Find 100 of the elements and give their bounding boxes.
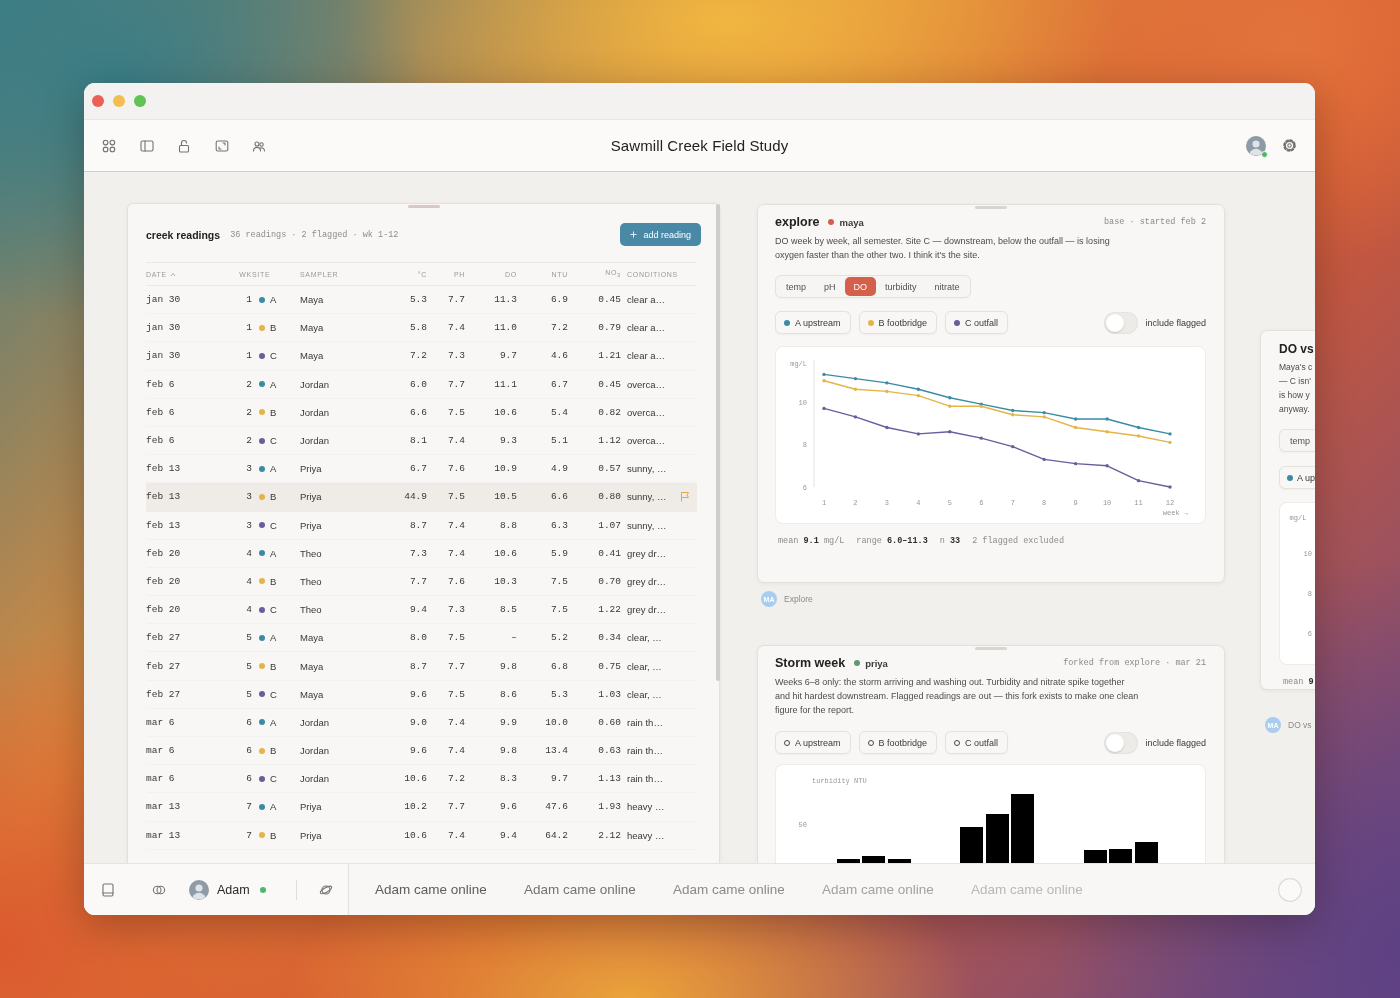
legend-chip[interactable]: A upstream xyxy=(775,311,851,334)
ph-value: 7.4 xyxy=(447,322,465,334)
nitrate-value: 1.13 xyxy=(598,773,621,785)
conditions-text: rain th… xyxy=(626,745,663,757)
temperature-value: 8.1 xyxy=(409,435,427,447)
table-row[interactable]: mar 13 7 A Priya 10.2 7.7 9.6 47.6 1.93 heavy … xyxy=(146,793,697,822)
week-number: 2 xyxy=(246,378,252,390)
table-row[interactable]: feb 20 4 C Theo 9.4 7.3 8.5 7.5 1.22 grey dr… xyxy=(146,596,697,625)
turbidity-value: 13.4 xyxy=(545,745,568,757)
notification-text: Adam came online xyxy=(524,882,637,897)
close-button[interactable] xyxy=(92,95,104,107)
turbidity-value: 6.8 xyxy=(550,660,568,672)
metric-tab[interactable]: pH xyxy=(815,277,845,296)
table-row[interactable]: feb 13 3 C Priya 8.7 7.4 8.8 6.3 1.07 sunny, … xyxy=(146,511,697,540)
sampler-name: Jordan xyxy=(300,716,330,728)
include-flagged-toggle[interactable] xyxy=(1104,311,1139,334)
table-row[interactable]: feb 20 4 A Theo 7.3 7.4 10.6 5.9 0.41 grey dr… xyxy=(146,539,697,568)
orbit-icon[interactable] xyxy=(318,882,333,897)
legend-chip[interactable]: C outfall xyxy=(945,311,1009,334)
site-letter: C xyxy=(270,350,277,362)
data-point xyxy=(1105,417,1109,421)
table-row[interactable]: jan 30 1 C Maya 7.2 7.3 9.7 4.6 1.21 clear a… xyxy=(146,342,697,371)
readings-summary: 36 readings · 2 flagged · wk 1-12 xyxy=(230,229,399,240)
users-icon[interactable] xyxy=(252,138,266,153)
data-point xyxy=(1042,457,1046,462)
user-name: Adam xyxy=(217,882,250,897)
metric-tab[interactable]: nitrate xyxy=(925,277,969,296)
metric-tab[interactable]: DO xyxy=(844,277,877,296)
table-row[interactable]: feb 27 5 B Maya 8.7 7.7 9.8 6.8 0.75 clear, … xyxy=(146,652,697,681)
sampler-name: Jordan xyxy=(300,378,330,390)
unlock-icon[interactable] xyxy=(177,138,191,153)
data-point xyxy=(1011,444,1015,449)
week-number: 5 xyxy=(246,688,252,700)
do-value: 11.1 xyxy=(494,378,517,390)
fullscreen-icon[interactable] xyxy=(214,138,229,153)
ph-value: 7.5 xyxy=(447,688,465,700)
date-text: mar 6 xyxy=(146,745,175,757)
sampler-name: Priya xyxy=(300,491,322,503)
temperature-value: 9.0 xyxy=(409,716,427,728)
do-value: 9.9 xyxy=(499,716,517,728)
minimize-button[interactable] xyxy=(113,95,125,107)
settings-icon[interactable] xyxy=(1282,138,1297,153)
nitrate-value: 0.60 xyxy=(598,716,621,728)
date-text: jan 30 xyxy=(146,350,181,362)
flag-icon[interactable] xyxy=(680,491,690,503)
do-value: 8.3 xyxy=(499,773,517,785)
book-icon[interactable] xyxy=(101,882,115,897)
metric-tab[interactable]: temp xyxy=(777,277,815,296)
data-point xyxy=(822,379,826,383)
chart-bar xyxy=(960,827,983,863)
table-row[interactable]: feb 27 5 A Maya 8.0 7.5 – 5.2 0.34 clear, … xyxy=(146,624,697,653)
metric-tab[interactable]: temp xyxy=(1281,431,1315,450)
table-row[interactable]: mar 6 6 B Jordan 9.6 7.4 9.8 13.4 0.63 rain th… xyxy=(146,737,697,766)
table-row[interactable]: mar 13 7 B Priya 10.6 7.4 9.4 64.2 2.12 heavy … xyxy=(146,821,697,850)
table-row[interactable]: jan 30 1 A Maya 5.3 7.7 11.3 6.9 0.45 clear a… xyxy=(146,286,697,315)
table-row[interactable]: feb 20 4 B Theo 7.7 7.6 10.3 7.5 0.70 grey dr… xyxy=(146,567,697,597)
turbidity-value: 9.7 xyxy=(550,773,568,785)
table-row[interactable]: mar 6 6 A Jordan 9.0 7.4 9.9 10.0 0.60 rain th… xyxy=(146,708,697,737)
turbidity-value: 5.3 xyxy=(550,688,568,700)
user-avatar[interactable] xyxy=(1246,135,1266,156)
data-point xyxy=(1136,434,1141,438)
conditions-text: sunny, … xyxy=(626,463,667,475)
site-letter: B xyxy=(270,491,277,503)
site-chip[interactable]: B footbridge xyxy=(858,731,938,754)
include-flagged-toggle[interactable] xyxy=(1104,731,1139,754)
site-letter: A xyxy=(270,547,277,559)
table-row[interactable]: feb 27 5 C Maya 9.6 7.5 8.6 5.3 1.03 clear, … xyxy=(146,680,697,709)
table-row[interactable]: feb 6 2 A Jordan 6.0 7.7 11.1 6.7 0.45 overca… xyxy=(146,370,697,399)
table-row[interactable]: feb 6 2 C Jordan 8.1 7.4 9.3 5.1 1.12 overca… xyxy=(146,426,697,456)
table-row[interactable]: feb 6 2 B Jordan 6.6 7.5 10.6 5.4 0.82 overca… xyxy=(146,398,697,427)
site-chip[interactable]: A up xyxy=(1279,466,1315,489)
data-point xyxy=(1073,425,1078,430)
author-name: priya xyxy=(865,657,888,669)
site-chip[interactable]: C outfall xyxy=(945,731,1009,754)
ph-value: 7.4 xyxy=(447,745,465,757)
table-row[interactable]: jan 30 1 B Maya 5.8 7.4 11.0 7.2 0.79 clear a… xyxy=(146,314,697,343)
date-text: jan 30 xyxy=(146,294,181,306)
sampler-name: Maya xyxy=(300,660,324,672)
nitrate-value: 1.03 xyxy=(598,688,621,700)
table-row[interactable]: mar 6 6 C Jordan 10.6 7.2 8.3 9.7 1.13 rain th… xyxy=(146,765,697,794)
site-chip[interactable]: A upstream xyxy=(775,731,851,754)
user-avatar[interactable] xyxy=(189,879,209,900)
sidebar-icon[interactable] xyxy=(139,138,154,153)
maximize-button[interactable] xyxy=(134,95,146,107)
week-number: 1 xyxy=(246,350,252,362)
table-row[interactable]: feb 13 3 B Priya 44.9 7.5 10.5 6.6 0.80 sunny, … xyxy=(146,483,697,512)
temperature-value: 8.7 xyxy=(409,660,427,672)
data-point xyxy=(948,430,952,434)
do-value: 10.9 xyxy=(494,463,517,475)
scrollbar[interactable] xyxy=(716,204,720,681)
apps-icon[interactable] xyxy=(102,138,116,153)
legend-chip[interactable]: B footbridge xyxy=(858,311,938,334)
metric-tab[interactable]: turbidity xyxy=(876,277,926,296)
date-text: feb 13 xyxy=(146,519,181,531)
conditions-text: sunny, … xyxy=(626,519,667,531)
data-point xyxy=(853,415,858,419)
add-reading-button[interactable]: add reading xyxy=(620,223,701,246)
do-value: 10.3 xyxy=(494,575,517,587)
date-text: jan 30 xyxy=(146,322,181,334)
sampler-name: Maya xyxy=(300,350,324,362)
